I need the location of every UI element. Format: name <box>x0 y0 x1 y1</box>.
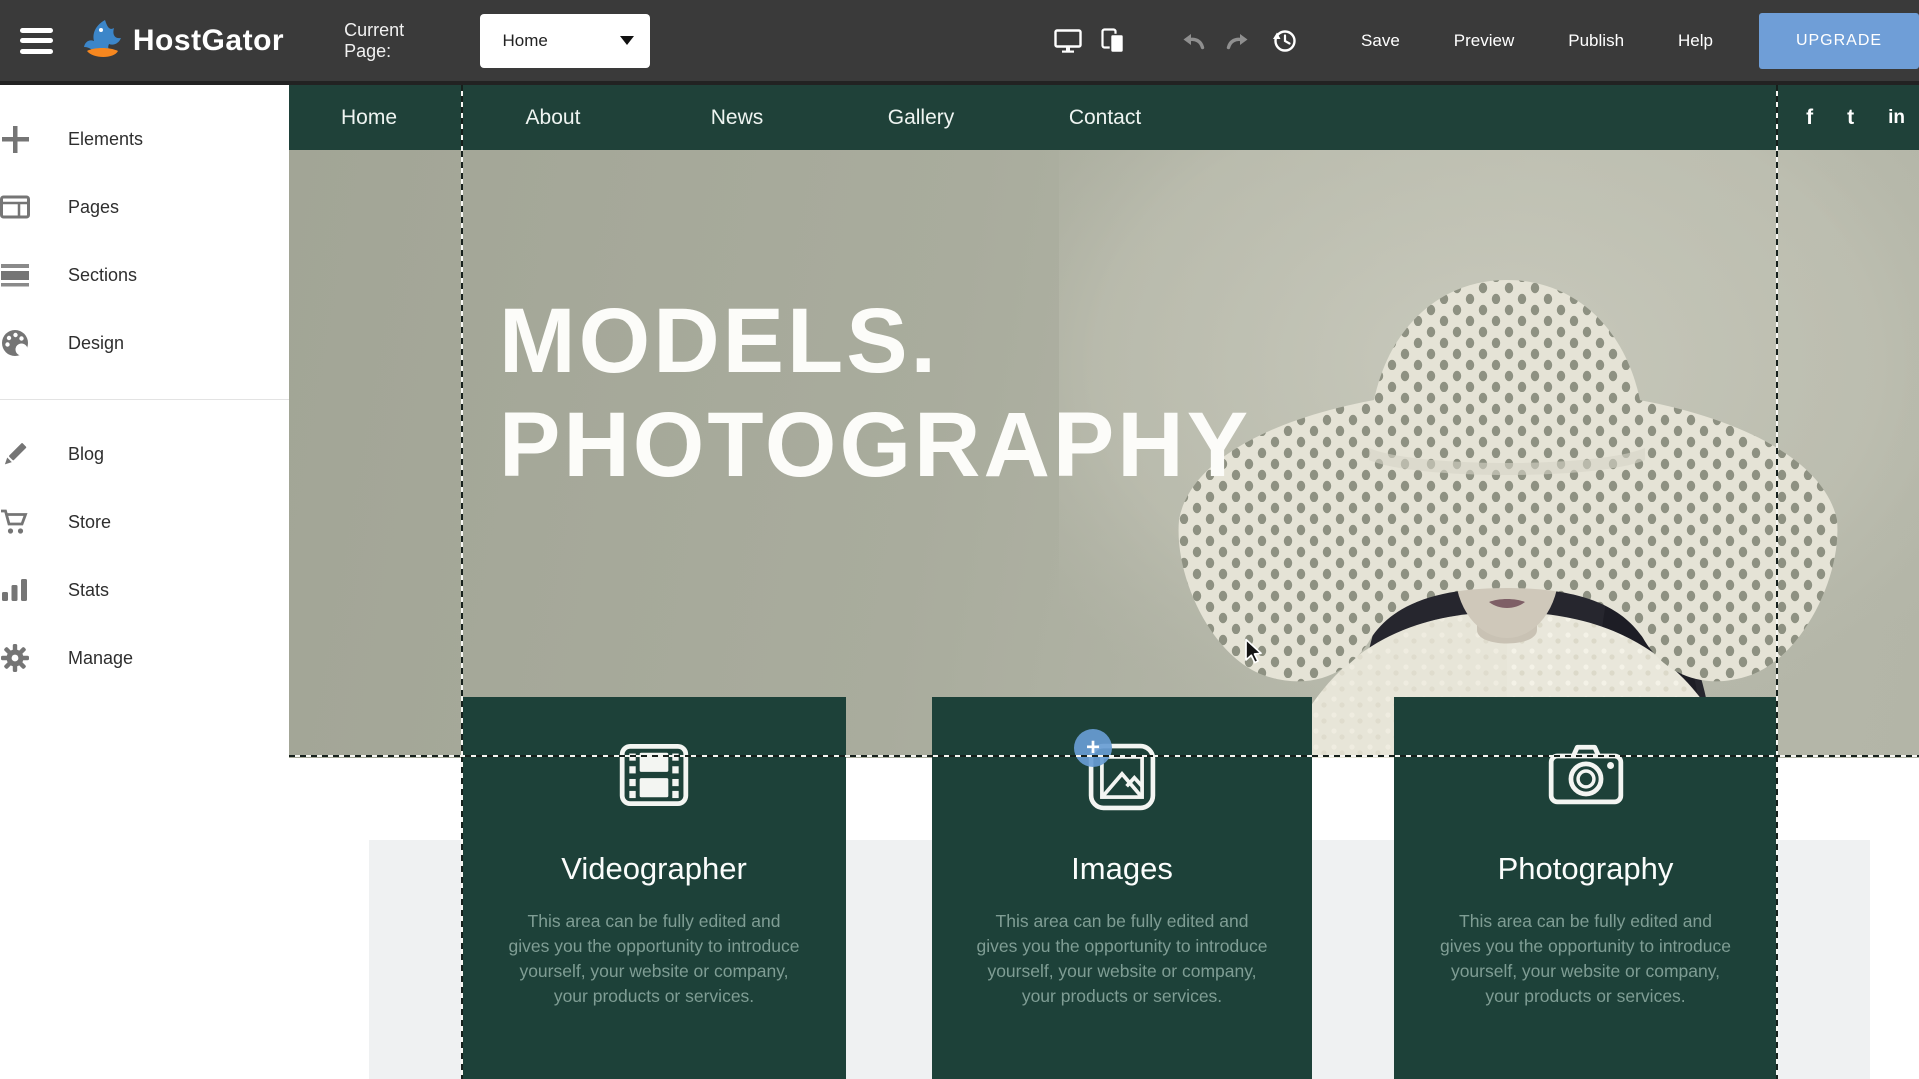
hero-heading[interactable]: MODELS. PHOTOGRAPHY <box>499 290 1251 498</box>
card-body-text[interactable]: This area can be fully edited and gives … <box>1438 909 1734 1009</box>
sidebar: Elements Pages Sections <box>0 89 289 1079</box>
site-social-links: f t in <box>1806 107 1919 128</box>
topbar-actions: Save Preview Publish Help UPGRADE <box>1307 13 1919 69</box>
current-page-label: Current Page: <box>344 20 452 62</box>
site-nav-about[interactable]: About <box>478 106 628 130</box>
card-title[interactable]: Images <box>932 851 1312 887</box>
cart-icon <box>0 507 30 537</box>
palette-icon <box>0 328 30 358</box>
gear-icon <box>0 643 30 673</box>
sidebar-item-manage[interactable]: Manage <box>0 624 289 692</box>
site-nav-contact[interactable]: Contact <box>1030 106 1180 130</box>
undo-icon[interactable] <box>1169 32 1215 50</box>
film-icon <box>619 743 689 807</box>
camera-icon <box>1548 743 1624 807</box>
site-nav-bar[interactable]: Home About News Gallery Contact f t in <box>289 85 1919 150</box>
chevron-down-icon <box>620 36 634 45</box>
upgrade-button[interactable]: UPGRADE <box>1759 13 1919 69</box>
builder-window: HostGator Current Page: Home <box>0 0 1919 1079</box>
sidebar-divider <box>0 399 289 400</box>
bar-chart-icon <box>0 575 30 605</box>
hero-heading-line1: MODELS. <box>499 290 1251 394</box>
sidebar-item-blog[interactable]: Blog <box>0 420 289 488</box>
card-title[interactable]: Photography <box>1394 851 1777 887</box>
brand-name: HostGator <box>133 24 284 58</box>
card-photography[interactable]: Photography This area can be fully edite… <box>1394 697 1777 1079</box>
site-nav-news[interactable]: News <box>662 106 812 130</box>
pencil-icon <box>0 439 30 469</box>
sidebar-item-design[interactable]: Design <box>0 309 289 377</box>
sidebar-item-sections[interactable]: Sections <box>0 241 289 309</box>
mobile-view-icon[interactable] <box>1091 28 1137 54</box>
page-select-dropdown[interactable]: Home <box>480 14 650 68</box>
menu-hamburger-icon[interactable] <box>20 28 53 54</box>
hero-section[interactable]: MODELS. PHOTOGRAPHY <box>289 150 1919 758</box>
sidebar-item-stats[interactable]: Stats <box>0 556 289 624</box>
site-nav-items: Home About News Gallery Contact <box>294 106 1214 130</box>
gator-icon <box>81 18 125 64</box>
view-toggle-group <box>1045 28 1307 54</box>
editor-canvas: Home About News Gallery Contact f t in <box>289 85 1919 1079</box>
card-body-text[interactable]: This area can be fully edited and gives … <box>506 909 802 1009</box>
sidebar-item-store[interactable]: Store <box>0 488 289 556</box>
pages-icon <box>0 192 30 222</box>
history-icon[interactable] <box>1261 28 1307 54</box>
card-videographer[interactable]: Videographer This area can be fully edit… <box>462 697 846 1079</box>
page-select-value: Home <box>502 31 547 51</box>
plus-icon <box>0 124 30 154</box>
sidebar-item-elements[interactable]: Elements <box>0 105 289 173</box>
redo-icon[interactable] <box>1215 32 1261 50</box>
hostgator-logo: HostGator <box>81 18 284 64</box>
topbar: HostGator Current Page: Home <box>0 0 1919 85</box>
linkedin-icon[interactable]: in <box>1888 108 1905 127</box>
preview-button[interactable]: Preview <box>1454 31 1514 51</box>
site-nav-gallery[interactable]: Gallery <box>846 106 996 130</box>
facebook-icon[interactable]: f <box>1806 107 1813 128</box>
card-body-text[interactable]: This area can be fully edited and gives … <box>974 909 1270 1009</box>
site-nav-home[interactable]: Home <box>294 106 444 130</box>
twitter-icon[interactable]: t <box>1847 107 1854 128</box>
card-title[interactable]: Videographer <box>462 851 846 887</box>
publish-button[interactable]: Publish <box>1568 31 1624 51</box>
add-image-badge[interactable]: + <box>1074 729 1112 767</box>
help-button[interactable]: Help <box>1678 31 1713 51</box>
save-button[interactable]: Save <box>1361 31 1400 51</box>
sidebar-item-pages[interactable]: Pages <box>0 173 289 241</box>
sections-icon <box>0 260 30 290</box>
card-images[interactable]: + Images This area can be fully edited a… <box>932 697 1312 1079</box>
hero-heading-line2: PHOTOGRAPHY <box>499 394 1251 498</box>
desktop-view-icon[interactable] <box>1045 29 1091 53</box>
